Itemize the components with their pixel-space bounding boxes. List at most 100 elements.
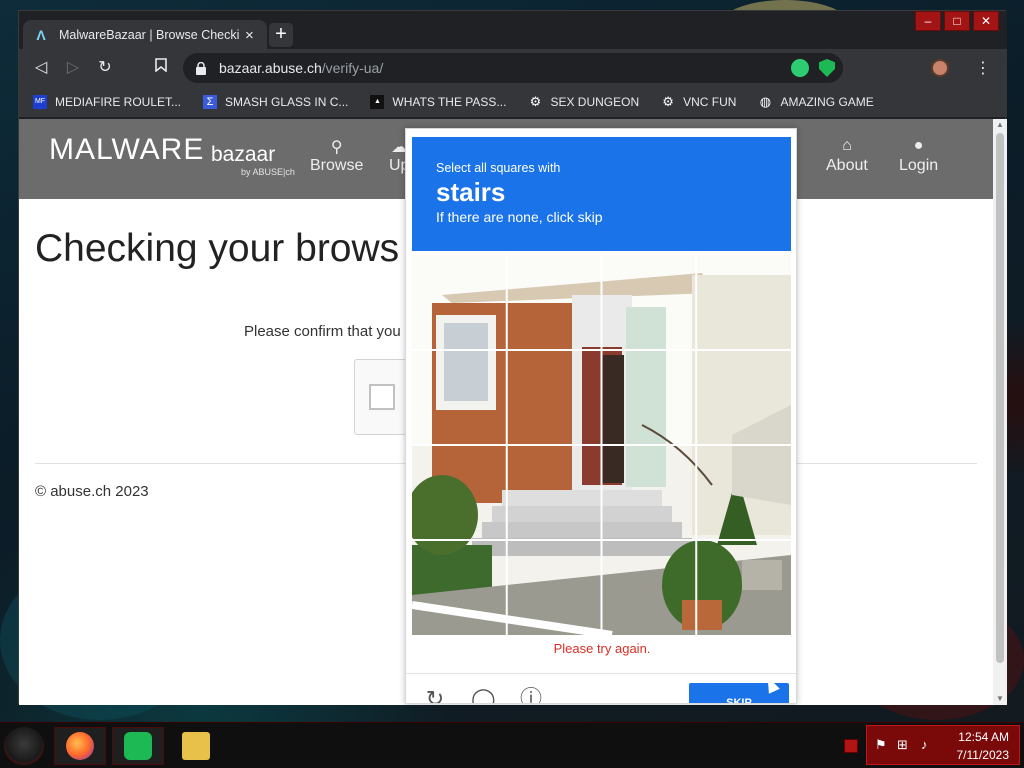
browser-titlebar: Λ MalwareBazaar | Browse Checking × + – …	[19, 11, 1007, 50]
close-window-button[interactable]: ✕	[973, 11, 999, 31]
captcha-error-message: Please try again.	[553, 641, 651, 656]
captcha-tile[interactable]	[412, 540, 507, 635]
bookmark-item[interactable]: ▲ WHATS THE PASS...	[370, 95, 506, 109]
taskbar-firefox[interactable]	[54, 727, 106, 765]
back-button[interactable]: ◁	[31, 58, 51, 78]
captcha-tile[interactable]	[696, 350, 791, 445]
captcha-tile-grid	[412, 255, 791, 635]
bookmark-item[interactable]: Σ SMASH GLASS IN C...	[203, 95, 348, 109]
chat-app-icon	[124, 732, 152, 760]
captcha-tile[interactable]	[412, 445, 507, 540]
taskbar: ⚑ ⊞ ♪ 12:54 AM 7/11/2023	[0, 722, 1024, 768]
captcha-header: Select all squares with stairs If there …	[412, 137, 791, 251]
captcha-tile[interactable]	[507, 350, 602, 445]
nav-browse[interactable]: ⚲ Browse	[310, 137, 363, 175]
captcha-tile[interactable]	[602, 255, 697, 350]
captcha-tile[interactable]	[412, 350, 507, 445]
flag-icon[interactable]: ⚑	[875, 737, 887, 753]
captcha-prompt: Select all squares with	[436, 161, 561, 175]
site-logo-byline: by ABUSE|ch	[241, 167, 295, 177]
bookmark-label: VNC FUN	[683, 95, 737, 109]
lock-bookmark-icon: ▲	[370, 95, 385, 109]
settings-bookmark-icon: ⚙	[529, 94, 542, 109]
bookmarks-bar: MF MEDIAFIRE ROULET... Σ SMASH GLASS IN …	[19, 87, 1007, 117]
browser-menu-icon[interactable]: ⋮	[975, 58, 991, 78]
clock-time[interactable]: 12:54 AM	[958, 730, 1009, 744]
address-bar[interactable]: bazaar.abuse.ch/verify-ua/	[183, 53, 843, 83]
profile-avatar[interactable]	[931, 59, 949, 77]
volume-icon[interactable]: ♪	[921, 737, 928, 752]
browser-toolbar: ◁ ▷ ↻ bazaar.abuse.ch/verify-ua/ ⋮	[19, 49, 1007, 87]
nav-label: Login	[899, 157, 939, 174]
scroll-down-arrow-icon[interactable]: ▼	[993, 693, 1007, 705]
tab-title: MalwareBazaar | Browse Checking	[59, 28, 239, 42]
user-icon: ●	[913, 137, 924, 154]
captcha-tile[interactable]	[507, 255, 602, 350]
footer-copyright: © abuse.ch 2023	[35, 483, 149, 500]
bookmark-label: WHATS THE PASS...	[392, 95, 507, 109]
extension-chat-icon[interactable]	[791, 59, 809, 77]
browser-tab[interactable]: Λ MalwareBazaar | Browse Checking ×	[23, 20, 267, 50]
mediafire-icon: MF	[33, 95, 47, 109]
search-icon: ⚲	[330, 139, 343, 156]
scroll-up-arrow-icon[interactable]: ▲	[993, 119, 1007, 131]
captcha-tile[interactable]	[507, 445, 602, 540]
bookmark-icon[interactable]	[151, 58, 171, 78]
bookmark-item[interactable]: ◍ AMAZING GAME	[758, 95, 874, 110]
clock-date[interactable]: 7/11/2023	[957, 748, 1010, 762]
site-logo-sub: bazaar	[211, 143, 276, 166]
start-button[interactable]	[4, 727, 44, 765]
nav-label: Browse	[310, 157, 364, 174]
bookmark-label: AMAZING GAME	[780, 95, 874, 109]
minimize-button[interactable]: –	[915, 11, 941, 31]
maximize-button[interactable]: □	[944, 11, 970, 31]
url-host: bazaar.abuse.ch	[219, 60, 322, 76]
system-tray: ⚑ ⊞ ♪ 12:54 AM 7/11/2023	[866, 725, 1020, 765]
page-title: Checking your brows	[35, 227, 400, 270]
settings-bookmark-icon: ⚙	[662, 94, 674, 109]
captcha-tile[interactable]	[602, 445, 697, 540]
bookmark-label: SEX DUNGEON	[550, 95, 640, 109]
window-controls: – □ ✕	[912, 11, 999, 31]
captcha-challenge-popup: Select all squares with stairs If there …	[405, 128, 797, 704]
new-tab-button[interactable]: +	[269, 23, 293, 47]
nav-label: About	[826, 157, 868, 174]
url-path: /verify-ua/	[321, 60, 384, 76]
refresh-icon[interactable]: ↻	[423, 687, 447, 704]
captcha-tile[interactable]	[602, 540, 697, 635]
audio-icon[interactable]: ◯	[471, 687, 496, 704]
info-icon[interactable]: ⓘ	[519, 687, 543, 704]
captcha-hint: If there are none, click skip	[436, 209, 603, 225]
captcha-tile[interactable]	[696, 445, 791, 540]
network-icon[interactable]: ⊞	[897, 737, 908, 753]
malwarebazaar-favicon-icon: Λ	[36, 27, 46, 43]
bank-icon: ⌂	[842, 137, 852, 154]
captcha-footer-divider	[406, 673, 796, 674]
forward-button[interactable]: ▷	[63, 58, 83, 78]
scrollbar-thumb[interactable]	[996, 133, 1004, 663]
page-scrollbar[interactable]: ▲ ▼	[993, 119, 1007, 705]
close-tab-icon[interactable]: ×	[245, 27, 254, 44]
captcha-tile[interactable]	[412, 255, 507, 350]
bookmark-item[interactable]: MF MEDIAFIRE ROULET...	[33, 95, 181, 109]
extension-shield-icon[interactable]	[819, 59, 835, 77]
bookmark-item[interactable]: ⚙ SEX DUNGEON	[528, 94, 640, 110]
tray-app-icon[interactable]	[844, 739, 858, 753]
captcha-tile[interactable]	[696, 540, 791, 635]
captcha-tile[interactable]	[507, 540, 602, 635]
captcha-tile[interactable]	[602, 350, 697, 445]
reload-button[interactable]: ↻	[95, 58, 115, 78]
site-logo[interactable]: MALWARE	[49, 133, 204, 167]
bookmark-label: MEDIAFIRE ROULET...	[55, 95, 182, 109]
nav-about[interactable]: ⌂ About	[826, 137, 868, 175]
lock-icon	[195, 61, 207, 75]
confirm-text: Please confirm that you	[244, 323, 401, 340]
captcha-tile[interactable]	[696, 255, 791, 350]
captcha-checkbox[interactable]	[369, 384, 395, 410]
taskbar-file-explorer[interactable]	[170, 727, 222, 765]
bookmark-item[interactable]: ⚙ VNC FUN	[661, 94, 737, 110]
bookmark-label: SMASH GLASS IN C...	[225, 95, 349, 109]
firefox-icon	[66, 732, 94, 760]
taskbar-chat-app[interactable]	[112, 727, 164, 765]
nav-login[interactable]: ● Login	[899, 137, 938, 175]
